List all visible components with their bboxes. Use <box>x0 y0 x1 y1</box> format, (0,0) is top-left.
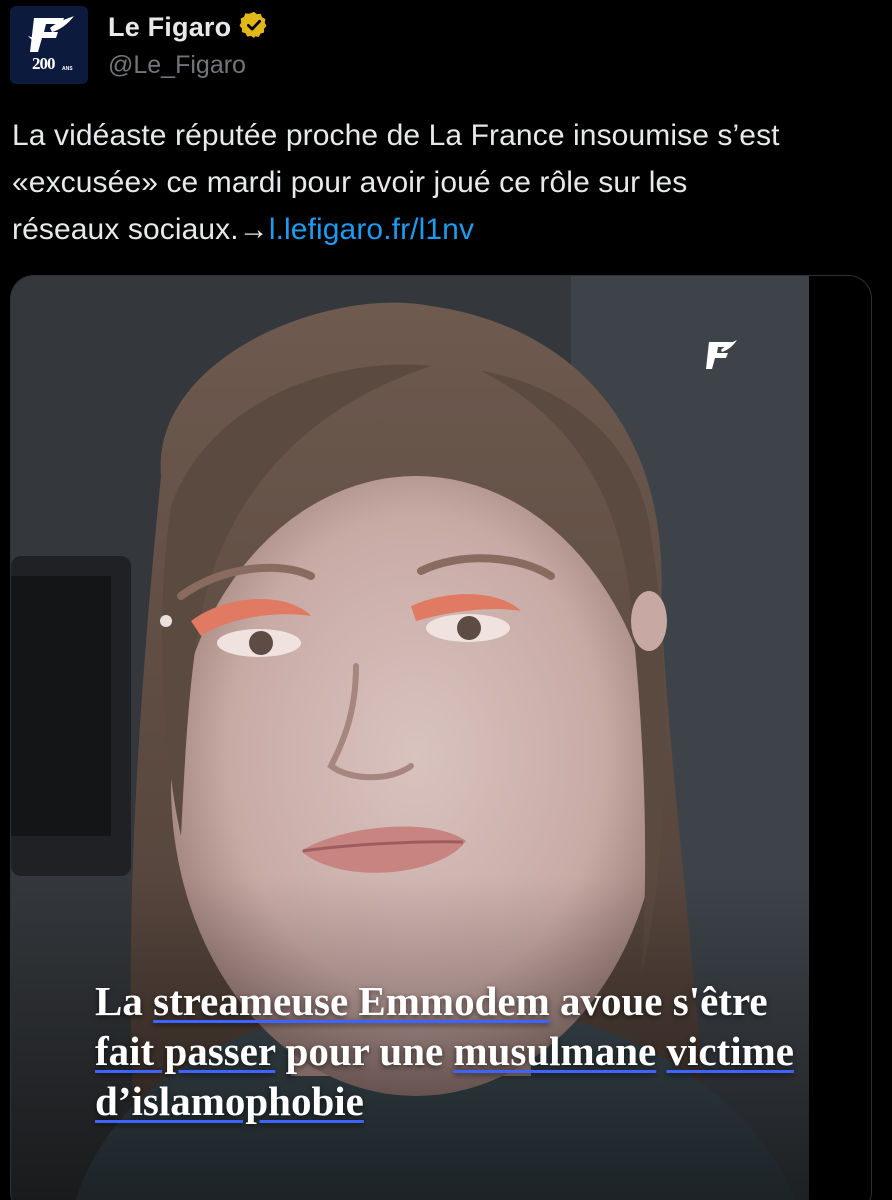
headline-part <box>656 1028 666 1074</box>
tweet-text-line: La vidéaste réputée proche de La France … <box>12 119 780 152</box>
author-names: Le Figaro @Le_Figaro <box>108 10 269 80</box>
tweet-text: La vidéaste réputée proche de La France … <box>12 112 882 253</box>
headline-part: avoue s'être <box>549 978 768 1024</box>
tweet[interactable]: 200 ANS Le Figaro @Le_Figaro La vidéaste… <box>0 0 892 1200</box>
author-display-name[interactable]: Le Figaro <box>108 12 231 43</box>
headline-part: pour une <box>275 1028 454 1074</box>
headline-part: fait passer <box>95 1028 276 1074</box>
article-link[interactable]: l.lefigaro.fr/l1nv <box>269 213 474 246</box>
figaro-watermark-icon <box>706 340 737 369</box>
verified-badge-icon[interactable] <box>239 10 269 45</box>
media-letterbox <box>809 276 871 1200</box>
author-handle[interactable]: @Le_Figaro <box>108 51 269 80</box>
media-card[interactable]: La streameuse Emmodem avoue s'être fait … <box>10 275 872 1200</box>
headline-part: La <box>95 978 154 1024</box>
tweet-text-line: réseaux sociaux.→ <box>12 213 269 246</box>
avatar[interactable]: 200 ANS <box>10 6 88 84</box>
video-thumbnail[interactable]: La streameuse Emmodem avoue s'être fait … <box>11 276 809 1200</box>
tweet-text-line: «excusée» ce mardi pour avoir joué ce rô… <box>12 166 688 199</box>
headline-part: streameuse Emmodem <box>153 978 550 1024</box>
avatar-anniversary-text: 200 <box>32 54 55 73</box>
video-headline: La streameuse Emmodem avoue s'être fait … <box>95 976 795 1126</box>
tweet-header: 200 ANS Le Figaro @Le_Figaro <box>10 6 269 86</box>
headline-part: musulmane <box>453 1028 657 1074</box>
avatar-anniversary-subtext: ANS <box>62 66 73 72</box>
